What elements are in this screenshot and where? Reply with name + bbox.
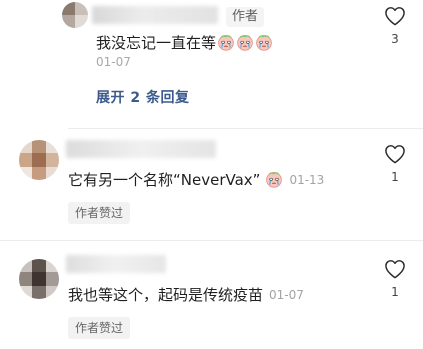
comment-emoji-group: [264, 171, 283, 189]
reply-like-count: 3: [391, 32, 399, 46]
comment-item[interactable]: 它有另一个名称“NeverVax” 01-13 作者赞过 1: [0, 130, 423, 240]
comment-date: 01-13: [289, 173, 325, 187]
crying-face-emoji-icon: [218, 35, 234, 51]
comment-like-count: 1: [391, 285, 399, 299]
expand-replies-link[interactable]: 展开 2 条回复: [96, 87, 190, 107]
comment-text-content: 它有另一个名称“NeverVax”: [68, 171, 261, 189]
crying-face-emoji-icon: [256, 35, 272, 51]
reply-emoji-group: [216, 34, 273, 52]
reply-date: 01-07: [96, 55, 131, 69]
reply-avatar[interactable]: [62, 2, 88, 28]
reply-text: 我没忘记一直在等: [96, 32, 273, 54]
author-liked-badge: 作者赞过: [68, 202, 131, 224]
reply-item[interactable]: 作者 我没忘记一直在等 01-07 3 展开 2 条回复: [0, 0, 423, 130]
comment-item[interactable]: 我也等这个，起码是传统疫苗 01-07 作者赞过 1: [0, 241, 423, 349]
heart-outline-icon: [385, 7, 405, 26]
crying-face-emoji-icon: [266, 172, 283, 188]
comment-text: 它有另一个名称“NeverVax” 01-13: [68, 169, 324, 191]
comment-username-blurred: [66, 255, 166, 273]
comment-like-count: 1: [391, 170, 399, 184]
comment-like-button[interactable]: 1: [380, 259, 410, 299]
heart-outline-icon: [385, 145, 405, 164]
comment-text: 我也等这个，起码是传统疫苗 01-07: [68, 284, 304, 306]
comment-like-button[interactable]: 1: [380, 144, 410, 184]
comment-avatar[interactable]: [19, 140, 59, 180]
comment-text-content: 我也等这个，起码是传统疫苗: [68, 286, 264, 304]
reply-author-tag: 作者: [226, 7, 265, 27]
crying-face-emoji-icon: [237, 35, 253, 51]
reply-text-content: 我没忘记一直在等: [96, 34, 217, 52]
divider: [68, 128, 423, 129]
comment-date: 01-07: [269, 288, 304, 302]
heart-outline-icon: [385, 260, 405, 279]
author-liked-badge: 作者赞过: [68, 317, 131, 339]
comment-username-blurred: [66, 140, 216, 158]
reply-like-button[interactable]: 3: [380, 6, 410, 46]
reply-username-blurred: [92, 6, 218, 24]
comment-avatar[interactable]: [19, 259, 59, 299]
